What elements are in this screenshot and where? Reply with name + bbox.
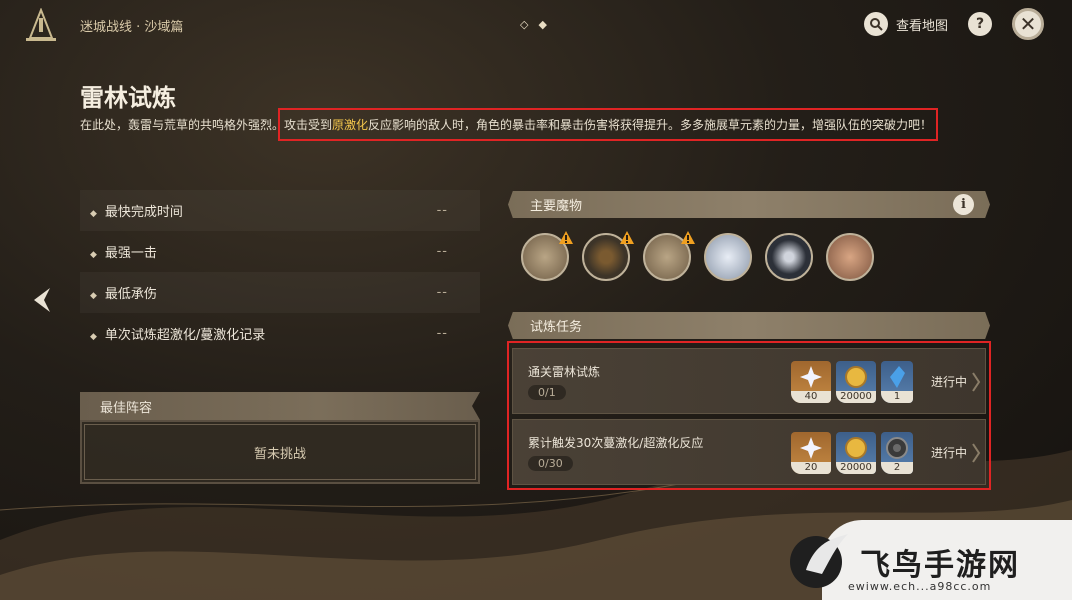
reward-count: 20000 <box>836 462 876 474</box>
primal-construct-dark-icon[interactable] <box>765 233 813 281</box>
record-fastest-time: 最快完成时间 -- <box>80 190 480 231</box>
description-highlight-box <box>278 108 938 141</box>
reward-list: 20 20000 2 <box>791 432 913 474</box>
reward-count: 40 <box>791 391 831 403</box>
record-label: 单次试炼超激化/蔓激化记录 <box>90 324 265 343</box>
mora-icon[interactable]: 20000 <box>836 432 876 474</box>
page-title: 雷林试炼 <box>80 84 176 112</box>
breadcrumb: 迷城战线 · 沙域篇 <box>80 20 184 35</box>
search-icon <box>864 12 888 36</box>
shaman-mask-icon[interactable] <box>826 233 874 281</box>
reward-count: 2 <box>881 462 913 474</box>
ruin-sentinel-icon[interactable] <box>582 231 634 281</box>
warning-icon <box>559 231 573 244</box>
cog-material-icon[interactable]: 2 <box>881 432 913 474</box>
task-text: 通关雷林试炼 0/1 <box>528 363 600 400</box>
task-status: 进行中 <box>931 375 968 389</box>
best-lineup-empty: 暂未挑战 <box>84 424 476 480</box>
task-row[interactable]: 累计触发30次蔓激化/超激化反应 0/30 20 20000 2 进行中 <box>512 419 986 485</box>
info-icon[interactable]: i <box>953 194 974 215</box>
ruin-drake-icon[interactable] <box>643 231 695 281</box>
reward-count: 20000 <box>836 391 876 403</box>
warning-icon <box>620 231 634 244</box>
task-progress: 0/1 <box>528 385 566 400</box>
record-value: -- <box>436 326 448 341</box>
record-value: -- <box>436 203 448 218</box>
help-icon[interactable]: ? <box>968 12 992 36</box>
reward-count: 20 <box>791 462 831 474</box>
chevron-right-icon <box>972 372 981 392</box>
records-list: 最快完成时间 -- 最强一击 -- 最低承伤 -- 单次试炼超激化/蔓激化记录 … <box>80 190 480 354</box>
task-text: 累计触发30次蔓激化/超激化反应 0/30 <box>528 434 703 471</box>
best-lineup-header: 最佳阵容 <box>80 392 480 420</box>
chevron-right-icon <box>972 443 981 463</box>
record-label: 最低承伤 <box>90 283 157 302</box>
primogem-icon[interactable]: 20 <box>791 432 831 474</box>
record-label: 最快完成时间 <box>90 201 183 220</box>
watermark-text: 飞鸟手游网 <box>860 548 1020 583</box>
record-strongest-hit: 最强一击 -- <box>80 231 480 272</box>
view-map-button[interactable]: 查看地图 <box>864 12 948 36</box>
reward-count: 1 <box>881 391 913 403</box>
mora-icon[interactable]: 20000 <box>836 361 876 403</box>
record-lowest-damage-taken: 最低承伤 -- <box>80 272 480 313</box>
page-dot-1[interactable]: ◇ <box>520 18 528 31</box>
main-monsters-title: 主要魔物 <box>530 199 583 214</box>
watermark-bird-logo <box>790 534 848 588</box>
best-lineup-panel: 暂未挑战 <box>80 420 480 484</box>
page-dot-2[interactable]: ◆ <box>538 18 546 31</box>
primogem-icon[interactable]: 40 <box>791 361 831 403</box>
record-reaction-count: 单次试炼超激化/蔓激化记录 -- <box>80 313 480 354</box>
ruin-drake-icon[interactable] <box>521 231 573 281</box>
trial-tasks-header: 试炼任务 <box>508 312 990 339</box>
electro-crystal-icon[interactable]: 1 <box>881 361 913 403</box>
main-monsters-header: 主要魔物 i <box>508 191 990 218</box>
record-value: -- <box>436 244 448 259</box>
event-emblem-icon <box>26 8 56 41</box>
page-indicator: ◇ ◆ <box>520 18 547 31</box>
record-label: 最强一击 <box>90 242 157 261</box>
task-progress: 0/30 <box>528 456 573 471</box>
view-map-label: 查看地图 <box>896 18 949 34</box>
primal-construct-icon[interactable] <box>704 233 752 281</box>
watermark-url: ewiww.ech...a98cc.om <box>848 580 992 593</box>
task-row[interactable]: 通关雷林试炼 0/1 40 20000 1 进行中 <box>512 348 986 414</box>
desc-prefix: 在此处，轰雷与荒草的共鸣格外强烈。 <box>80 118 285 132</box>
previous-arrow-icon[interactable] <box>30 286 56 314</box>
task-name: 通关雷林试炼 <box>528 365 601 379</box>
record-value: -- <box>436 285 448 300</box>
reward-list: 40 20000 1 <box>791 361 913 403</box>
close-button[interactable]: ✕ <box>1012 8 1044 40</box>
trial-tasks-title: 试炼任务 <box>530 320 583 335</box>
warning-icon <box>681 231 695 244</box>
monster-list <box>521 231 874 281</box>
task-name: 累计触发30次蔓激化/超激化反应 <box>528 436 704 450</box>
top-bar: 迷城战线 · 沙域篇 ◇ ◆ 查看地图 ? ✕ <box>0 0 1072 52</box>
task-status: 进行中 <box>931 446 968 460</box>
